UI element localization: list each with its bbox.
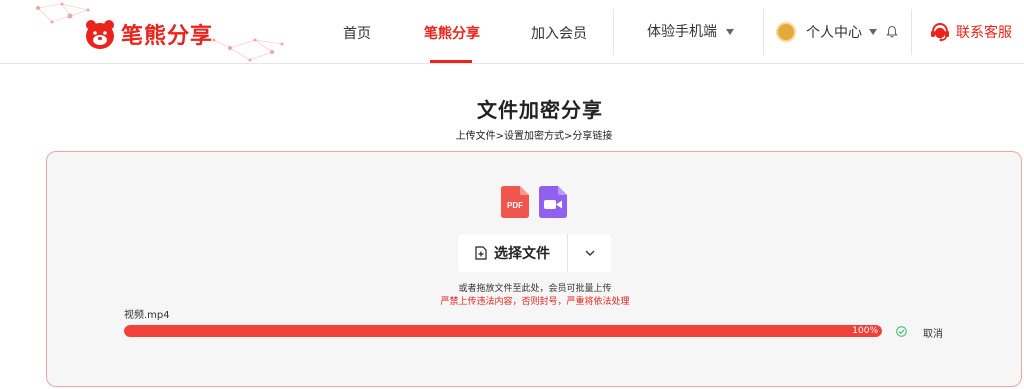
contact-service-label: 联系客服 xyxy=(956,25,1012,41)
brand-logo[interactable]: 笔熊分享 xyxy=(84,18,213,50)
nav-mobile-dropdown[interactable]: 体验手机端 xyxy=(647,0,734,64)
bear-logo-icon xyxy=(86,20,114,49)
page-title: 文件加密分享 xyxy=(477,98,603,122)
bell-icon[interactable] xyxy=(885,25,899,39)
brand-name: 笔熊分享 xyxy=(121,24,214,49)
nav-mobile-label: 体验手机端 xyxy=(647,23,717,40)
select-file-label: 选择文件 xyxy=(494,246,550,262)
cancel-upload-button[interactable]: 取消 xyxy=(923,325,943,340)
video-icon xyxy=(539,186,567,218)
contact-service-link[interactable]: 联系客服 xyxy=(929,21,1012,43)
file-type-icons: PDF xyxy=(501,186,577,218)
upload-progress-fill: 100% xyxy=(124,325,882,337)
select-file-button[interactable]: 选择文件 xyxy=(458,234,568,272)
steps-breadcrumb: 上传文件>设置加密方式>分享链接 xyxy=(455,131,613,142)
customer-service-icon xyxy=(931,22,949,42)
nav-share[interactable]: 笔熊分享 xyxy=(424,0,480,64)
top-header: 笔熊分享 首页 笔熊分享 加入会员 体验手机端 个人中心 联系客服 xyxy=(0,0,1024,64)
upload-progress-label: 100% xyxy=(852,326,878,336)
avatar xyxy=(776,22,796,42)
check-circle-icon xyxy=(896,326,907,337)
caret-down-icon xyxy=(726,29,734,35)
uploaded-file-name: 视频.mp4 xyxy=(124,310,170,321)
chevron-down-icon xyxy=(585,250,594,256)
nav-active-indicator xyxy=(430,60,472,63)
pdf-icon: PDF xyxy=(501,186,529,218)
drop-hint: 或者拖放文件至此处，会员可批量上传 xyxy=(458,284,612,294)
nav-divider xyxy=(911,9,912,55)
nav-divider xyxy=(613,9,614,55)
caret-down-icon xyxy=(869,29,877,35)
select-file-group: 选择文件 xyxy=(458,234,611,272)
user-center-menu[interactable]: 个人中心 xyxy=(776,22,899,42)
pdf-icon-label: PDF xyxy=(507,201,523,210)
document-add-icon xyxy=(475,246,487,260)
select-source-dropdown[interactable] xyxy=(568,234,611,272)
upload-progress-bar: 100% xyxy=(124,325,882,337)
nav-home[interactable]: 首页 xyxy=(343,0,371,64)
user-center-label: 个人中心 xyxy=(806,25,862,41)
nav-join-vip[interactable]: 加入会员 xyxy=(531,0,587,64)
nav-divider xyxy=(763,9,764,55)
